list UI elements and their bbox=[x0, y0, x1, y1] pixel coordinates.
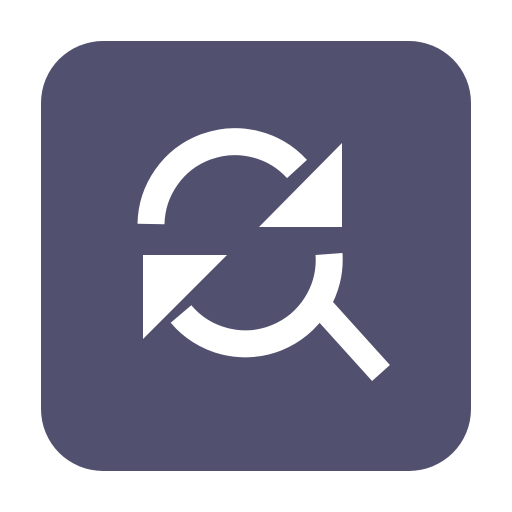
magnifier-handle bbox=[307, 292, 390, 382]
refresh-search-app-icon[interactable] bbox=[41, 41, 471, 471]
refresh-search-icon bbox=[137, 128, 390, 382]
